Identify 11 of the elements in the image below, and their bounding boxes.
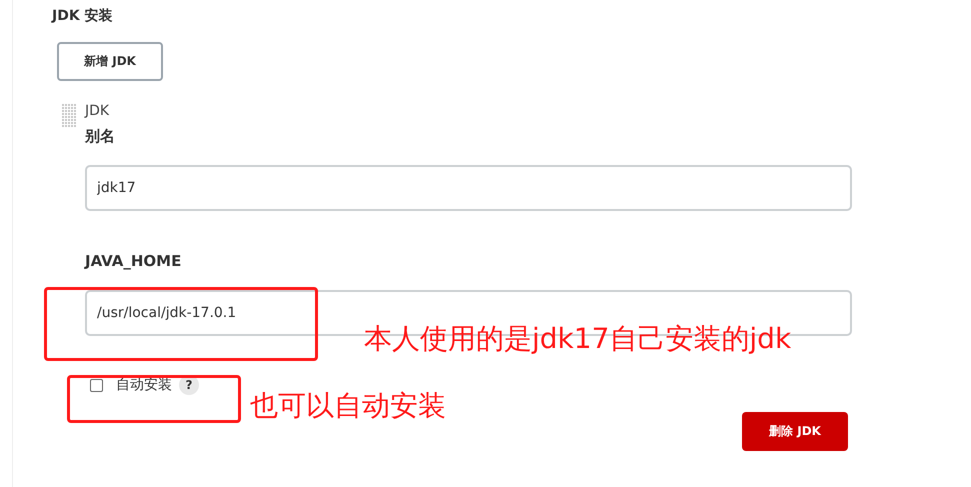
field-label: 别名 — [85, 126, 116, 146]
item-title: JDK — [85, 102, 110, 120]
checkbox-label: 自动安装 — [116, 376, 172, 394]
delete-jdk-button[interactable]: 删除 JDK — [742, 412, 848, 451]
field-label: JAVA_HOME — [85, 251, 182, 271]
checkbox[interactable] — [90, 378, 103, 392]
annotation-text: 也可以自动安装 — [250, 389, 446, 423]
drag-handle-icon[interactable] — [62, 104, 76, 128]
section-title: JDK 安装 — [52, 6, 114, 26]
alias-field[interactable]: jdk17 — [85, 165, 852, 211]
add-jdk-button[interactable]: 新增 JDK — [57, 42, 163, 81]
